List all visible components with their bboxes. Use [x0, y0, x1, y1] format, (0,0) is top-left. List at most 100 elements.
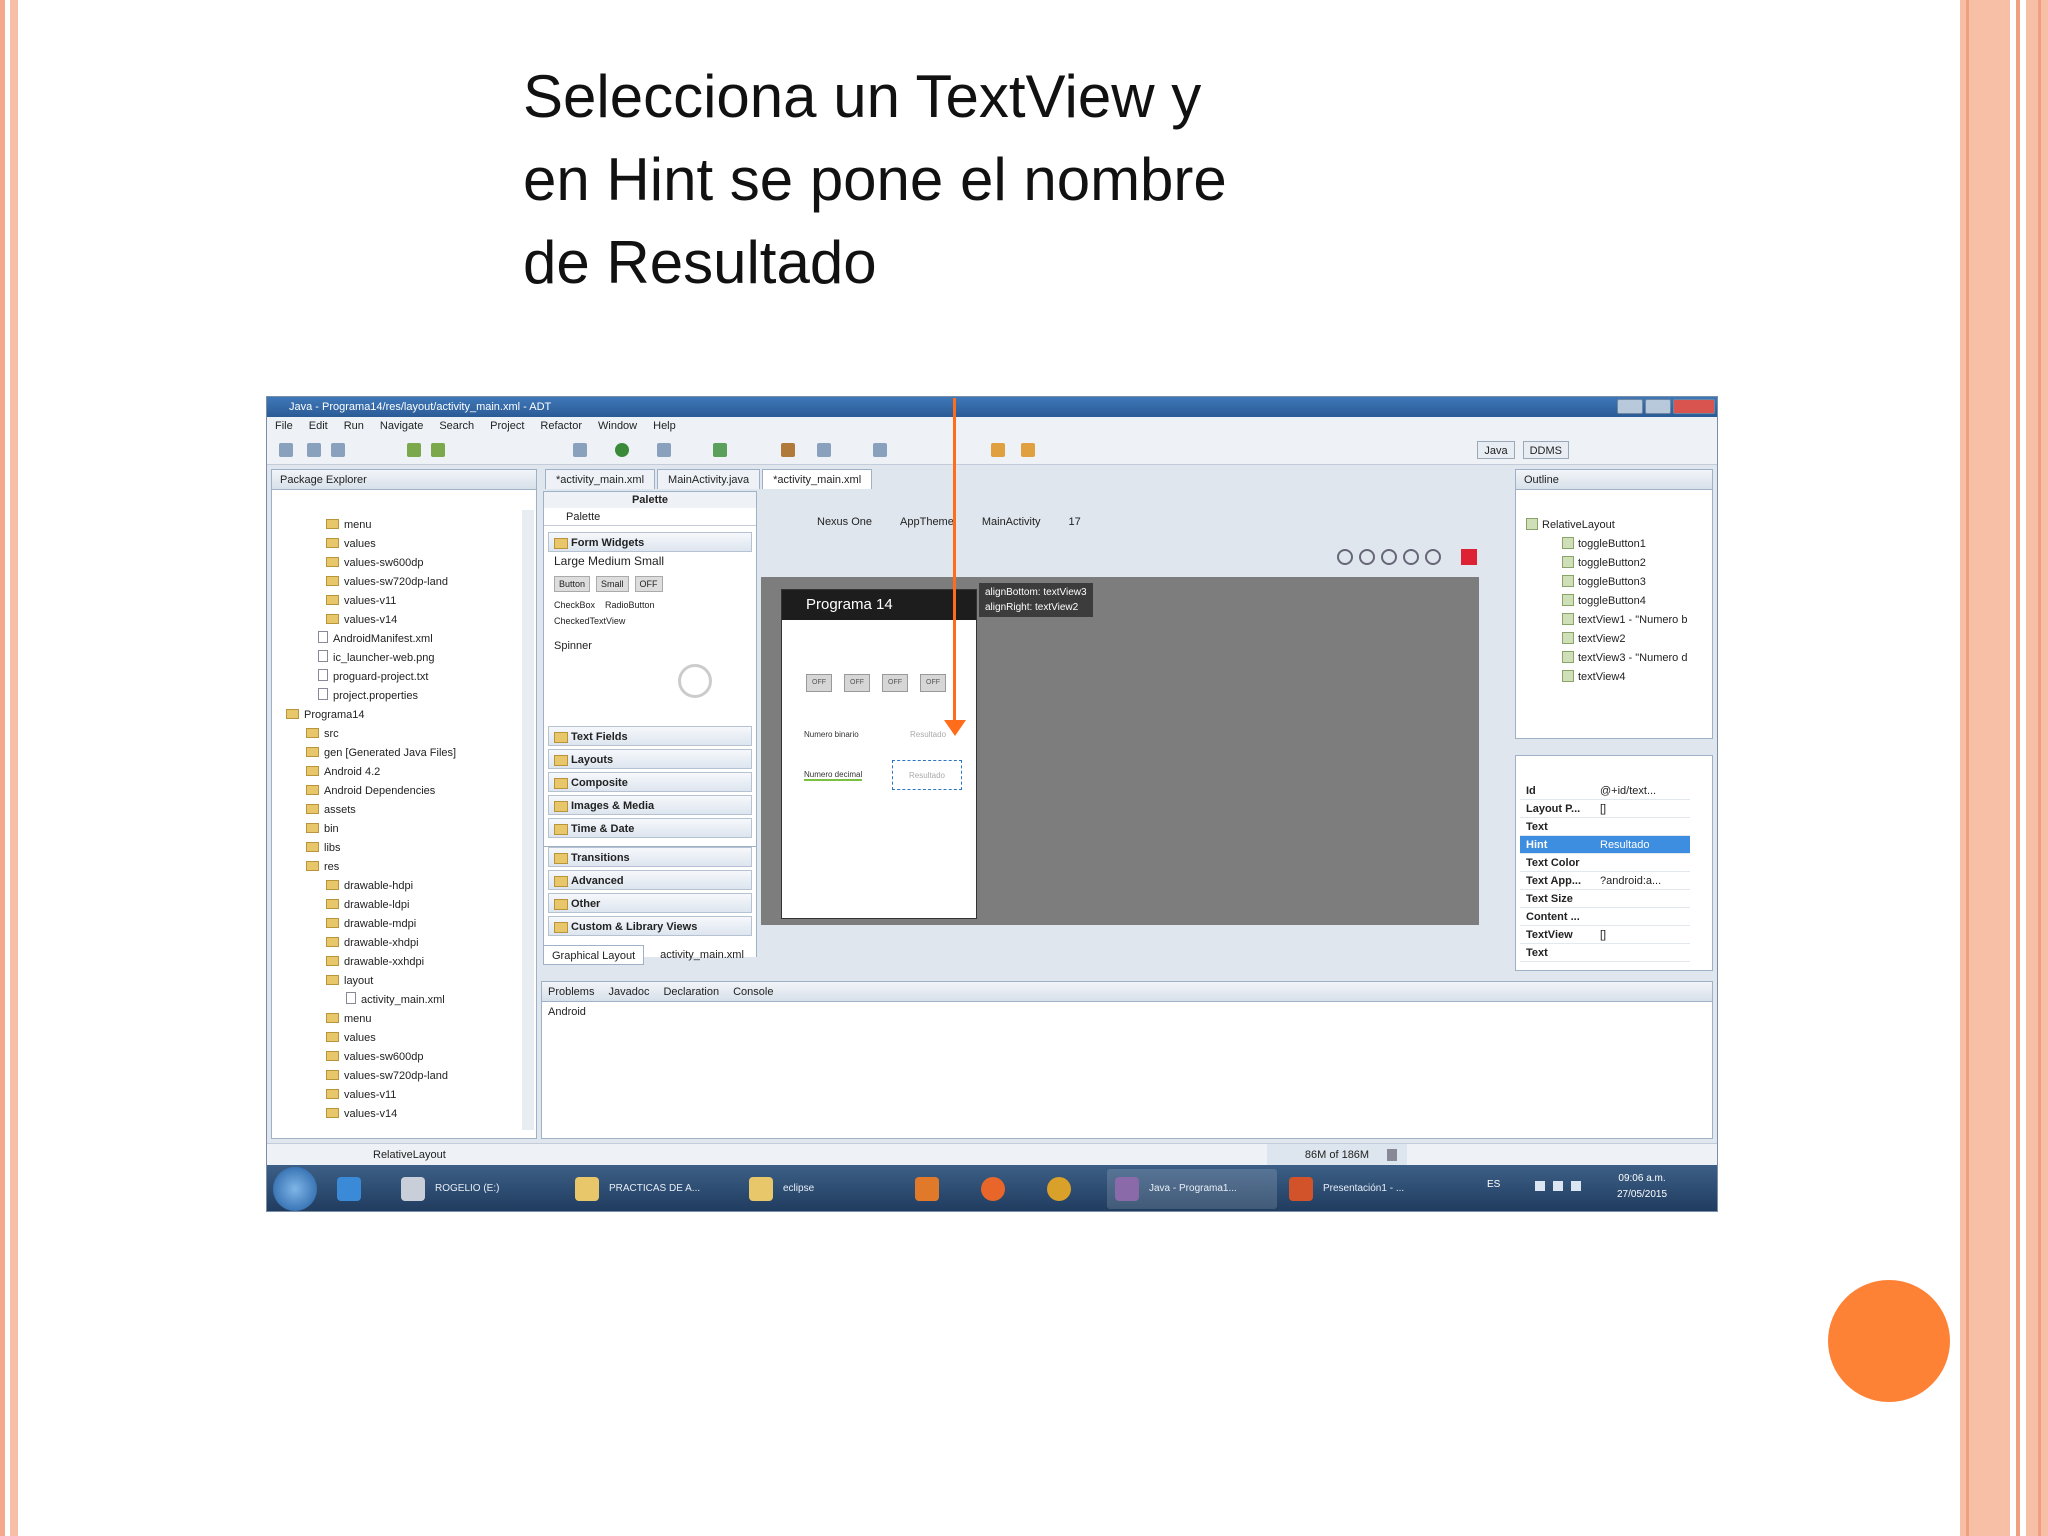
- outline-item[interactable]: toggleButton2: [1562, 554, 1646, 573]
- tree-item[interactable]: values: [326, 535, 376, 554]
- tree-item[interactable]: values: [326, 1029, 376, 1048]
- menu-navigate[interactable]: Navigate: [380, 417, 423, 435]
- start-button[interactable]: [273, 1167, 317, 1211]
- palette-section-transitions[interactable]: Transitions: [548, 847, 752, 867]
- tree-item[interactable]: Android Dependencies: [306, 782, 435, 801]
- widget-checkbox[interactable]: CheckBox: [554, 600, 595, 610]
- widget-spinner[interactable]: Spinner: [548, 626, 742, 652]
- tree-item[interactable]: libs: [306, 839, 341, 858]
- palette-section-text-fields[interactable]: Text Fields: [548, 726, 752, 746]
- widget-radiobutton[interactable]: RadioButton: [605, 600, 655, 610]
- menu-search[interactable]: Search: [439, 417, 474, 435]
- minimize-button[interactable]: [1617, 399, 1643, 414]
- tree-item[interactable]: drawable-xhdpi: [326, 934, 419, 953]
- menu-run[interactable]: Run: [344, 417, 364, 435]
- taskbar-pinned-ie[interactable]: [329, 1169, 381, 1209]
- tree-item[interactable]: values-sw600dp: [326, 554, 424, 573]
- android-sdk-icon[interactable]: [407, 443, 421, 457]
- zoom-out-icon[interactable]: [1403, 549, 1419, 565]
- tree-item[interactable]: menu: [326, 1010, 372, 1029]
- clock[interactable]: 09:06 a.m. 27/05/2015: [1617, 1171, 1667, 1203]
- perspective-java[interactable]: Java: [1477, 441, 1515, 459]
- outline-item[interactable]: toggleButton3: [1562, 573, 1646, 592]
- prop-text-2[interactable]: Text: [1520, 944, 1690, 962]
- palette-section-layouts[interactable]: Layouts: [548, 749, 752, 769]
- tree-item[interactable]: drawable-hdpi: [326, 877, 413, 896]
- tree-item[interactable]: values-sw720dp-land: [326, 1067, 448, 1086]
- textview-decimal-result-selected[interactable]: Resultado: [892, 760, 962, 790]
- save-icon[interactable]: [307, 443, 321, 457]
- new-class-icon[interactable]: [713, 443, 727, 457]
- outline-item[interactable]: textView4: [1562, 668, 1626, 687]
- console-output[interactable]: Android: [542, 1002, 1712, 1022]
- tree-item[interactable]: project.properties: [318, 687, 418, 706]
- tree-item[interactable]: values-v11: [326, 1086, 396, 1105]
- outline-item[interactable]: toggleButton1: [1562, 535, 1646, 554]
- taskbar-media[interactable]: [907, 1169, 959, 1209]
- back-icon[interactable]: [991, 443, 1005, 457]
- tree-item[interactable]: drawable-mdpi: [326, 915, 416, 934]
- tab-xml-source[interactable]: activity_main.xml: [652, 945, 752, 965]
- tree-item[interactable]: menu: [326, 516, 372, 535]
- taskbar-chrome[interactable]: [1039, 1169, 1091, 1209]
- outline-item[interactable]: toggleButton4: [1562, 592, 1646, 611]
- prop-textview-group[interactable]: TextView[]: [1520, 926, 1690, 944]
- toggle-button-4[interactable]: OFF: [920, 674, 946, 692]
- error-icon[interactable]: [1461, 549, 1477, 565]
- tree-item[interactable]: values-sw600dp: [326, 1048, 424, 1067]
- widget-small-button[interactable]: Small: [596, 576, 629, 592]
- tree-item[interactable]: AndroidManifest.xml: [318, 630, 433, 649]
- editor-tab-activity-main[interactable]: *activity_main.xml: [545, 469, 656, 489]
- prop-text[interactable]: Text: [1520, 818, 1690, 836]
- outline-item[interactable]: textView1 - "Numero b: [1562, 611, 1687, 630]
- tree-item[interactable]: layout: [326, 972, 373, 991]
- run-icon[interactable]: [615, 443, 629, 457]
- tree-item[interactable]: ic_launcher-web.png: [318, 649, 435, 668]
- network-icon[interactable]: [1553, 1181, 1563, 1191]
- tree-item[interactable]: bin: [306, 820, 339, 839]
- tree-item[interactable]: src: [306, 725, 339, 744]
- tree-item[interactable]: gen [Generated Java Files]: [306, 744, 456, 763]
- textview-binary-label[interactable]: Numero binario: [804, 730, 859, 739]
- tab-graphical-layout[interactable]: Graphical Layout: [543, 945, 645, 965]
- prop-text-color[interactable]: Text Color: [1520, 854, 1690, 872]
- palette-section-images-media[interactable]: Images & Media: [548, 795, 752, 815]
- tab-problems[interactable]: Problems: [548, 982, 594, 1001]
- outline-tab[interactable]: Outline: [1516, 470, 1712, 490]
- palette-header[interactable]: Palette: [544, 508, 756, 526]
- menu-window[interactable]: Window: [598, 417, 637, 435]
- next-annotation-icon[interactable]: [873, 443, 887, 457]
- menu-refactor[interactable]: Refactor: [540, 417, 582, 435]
- tree-item[interactable]: Android 4.2: [306, 763, 380, 782]
- tree-item-project[interactable]: Programa14: [286, 706, 365, 725]
- palette-section-composite[interactable]: Composite: [548, 772, 752, 792]
- menu-project[interactable]: Project: [490, 417, 524, 435]
- tab-declaration[interactable]: Declaration: [663, 982, 719, 1001]
- perspective-ddms[interactable]: DDMS: [1522, 441, 1569, 459]
- outline-item[interactable]: RelativeLayout: [1526, 516, 1615, 535]
- prop-text-size[interactable]: Text Size: [1520, 890, 1690, 908]
- prop-layout-params[interactable]: Layout P...[]: [1520, 800, 1690, 818]
- menu-file[interactable]: File: [275, 417, 293, 435]
- activity-selector[interactable]: MainActivity: [982, 509, 1041, 535]
- tree-item[interactable]: proguard-project.txt: [318, 668, 428, 687]
- prop-hint-selected[interactable]: Hint Resultado: [1520, 836, 1690, 854]
- device-selector[interactable]: Nexus One: [817, 509, 872, 535]
- close-button[interactable]: [1673, 399, 1715, 414]
- outline-item[interactable]: textView2: [1562, 630, 1626, 649]
- tree-item[interactable]: drawable-xxhdpi: [326, 953, 424, 972]
- zoom-fit-icon[interactable]: [1359, 549, 1375, 565]
- prop-content-description[interactable]: Content ...: [1520, 908, 1690, 926]
- tree-item[interactable]: values-v14: [326, 611, 397, 630]
- taskbar-eclipse-java[interactable]: Java - Programa1...: [1107, 1169, 1277, 1209]
- refresh-icon[interactable]: [1425, 549, 1441, 565]
- palette-section-other[interactable]: Other: [548, 893, 752, 913]
- editor-tab-activity-main-active[interactable]: *activity_main.xml: [762, 469, 873, 489]
- action-center-icon[interactable]: [1571, 1181, 1581, 1191]
- tab-javadoc[interactable]: Javadoc: [608, 982, 649, 1001]
- widget-progress-icon[interactable]: [678, 664, 712, 698]
- debug-icon[interactable]: [573, 443, 587, 457]
- taskbar-folder[interactable]: PRACTICAS DE A...: [567, 1169, 737, 1209]
- outline-item[interactable]: textView3 - "Numero d: [1562, 649, 1687, 668]
- palette-section-time-date[interactable]: Time & Date: [548, 818, 752, 838]
